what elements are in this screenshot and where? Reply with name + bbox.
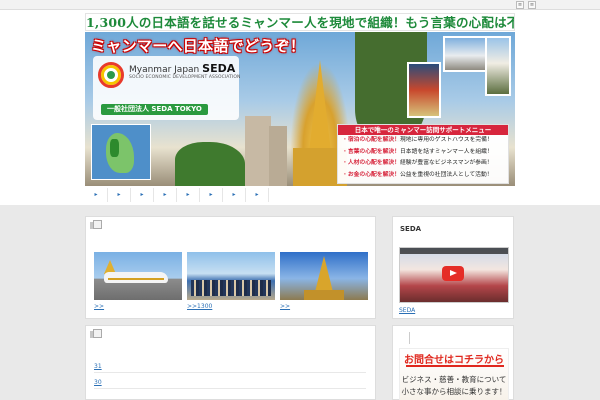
contact-text: 小さな事から相談に乗ります！: [401, 387, 507, 396]
divider: [94, 372, 366, 373]
menu-item-text: 日本語を話すミャンマー人を組織！: [400, 148, 493, 155]
news-link[interactable]: 31: [94, 363, 102, 370]
seda-logo[interactable]: Myanmar Japan SEDA SOCIO ECONOMIC DEVELO…: [93, 56, 241, 120]
shop-photo: [407, 62, 441, 118]
contact-rule: [406, 365, 504, 367]
menu-item-lead: 宿泊の心配を解決！: [347, 137, 400, 143]
gallery-link[interactable]: >>: [280, 303, 290, 310]
support-menu-title: 日本で唯一のミャンマー訪問サポートメニュー: [338, 125, 508, 135]
menu-item-text: 現地に専用のゲストハウスを完備！: [400, 137, 493, 143]
pagoda-photo[interactable]: [280, 252, 368, 300]
myanmar-map-image: [91, 124, 151, 180]
nav-item[interactable]: ▸: [200, 188, 223, 202]
menu-item-text: 経験が豊富なビジネスマンが参画！: [400, 160, 493, 166]
people-group: [191, 280, 271, 296]
nav-item[interactable]: ▸: [131, 188, 154, 202]
plane-stripe: [108, 278, 164, 280]
support-menu: 日本で唯一のミャンマー訪問サポートメニュー ・宿泊の心配を解決！現地に専用のゲス…: [337, 124, 509, 184]
guesthouse-photo: [443, 36, 491, 72]
panel-heading-icon: [90, 329, 102, 339]
stupa-base: [304, 290, 344, 300]
seda-logo-mark-icon: [98, 62, 124, 88]
menu-item-lead: 言葉の心配を解決！: [347, 148, 400, 155]
top-bar: ≡ ≡: [0, 0, 600, 10]
airplane-photo[interactable]: [94, 252, 182, 300]
pagoda-image: [309, 60, 331, 152]
menu-icon[interactable]: ≡: [516, 1, 524, 9]
seda-video-panel: SEDA SEDA: [392, 216, 514, 319]
map-myanmar-highlight: [110, 139, 119, 157]
top-icons: ≡ ≡: [516, 1, 536, 9]
contact-text: ビジネス・慈善・教育について: [401, 375, 507, 384]
contact-banner[interactable]: お問合せはコチラから ビジネス・慈善・教育について 小さな事から相談に乗ります！: [399, 348, 509, 400]
gallery-link[interactable]: >>: [94, 303, 104, 310]
video-title-bar: [400, 248, 508, 254]
gallery-link[interactable]: >>1300: [187, 303, 212, 310]
nav-item[interactable]: ▸: [246, 188, 269, 202]
building-photo: [485, 36, 511, 96]
menu-item-text: 公益を重視の社団法人として活動！: [400, 171, 493, 178]
support-menu-item: ・言葉の心配を解決！日本語を話すミャンマー人を組織！: [338, 147, 508, 159]
hero-banner[interactable]: ミャンマーへ日本語でどうぞ！ Myanmar Japan SEDA SOCIO …: [85, 32, 515, 186]
org-badge: 一般社団法人 SEDA TOKYO: [101, 104, 208, 115]
support-menu-item: ・人材の心配を解決！経験が豊富なビジネスマンが参画！: [338, 158, 508, 170]
nav-item[interactable]: ▸: [108, 188, 131, 202]
building-decoration: [269, 126, 287, 186]
support-menu-item: ・お金の心配を解決！公益を重視の社団法人として活動！: [338, 170, 508, 182]
main-nav: ▸ ▸ ▸ ▸ ▸ ▸ ▸ ▸: [85, 188, 515, 202]
tree-decoration: [175, 142, 245, 186]
logo-name-prefix: Myanmar Japan: [129, 65, 200, 75]
site-tagline: 1,300人の日本語を話せるミャンマー人を現地で組織！もう言葉の心配は不要です！: [85, 13, 515, 31]
logo-name-main: SEDA: [202, 62, 236, 75]
seda-panel-title: SEDA: [400, 225, 422, 233]
nav-item[interactable]: ▸: [154, 188, 177, 202]
divider: [94, 388, 366, 389]
logo-subtitle: SOCIO ECONOMIC DEVELOPMENT ASSOCIATION: [129, 75, 241, 80]
support-menu-item: ・宿泊の心配を解決！現地に専用のゲストハウスを完備！: [338, 135, 508, 147]
panel-heading-icon: [90, 220, 102, 230]
divider: [409, 332, 410, 344]
news-panel: 31 30: [85, 325, 376, 400]
nav-item[interactable]: ▸: [177, 188, 200, 202]
logo-name: Myanmar Japan SEDA: [129, 62, 235, 75]
group-photo[interactable]: [187, 252, 275, 300]
menu-item-lead: お金の心配を解決！: [347, 171, 400, 178]
contact-panel: お問合せはコチラから ビジネス・慈善・教育について 小さな事から相談に乗ります！: [392, 325, 514, 400]
video-thumbnail[interactable]: [399, 247, 509, 303]
building-decoration: [245, 116, 271, 186]
menu-icon[interactable]: ≡: [528, 1, 536, 9]
play-icon[interactable]: [442, 266, 464, 281]
nav-item[interactable]: ▸: [223, 188, 246, 202]
seda-link[interactable]: SEDA: [399, 307, 415, 314]
news-link[interactable]: 30: [94, 379, 102, 386]
menu-item-lead: 人材の心配を解決！: [347, 160, 400, 166]
hero-title: ミャンマーへ日本語でどうぞ！: [91, 37, 306, 55]
nav-item[interactable]: ▸: [85, 188, 108, 202]
contact-title: お問合せはコチラから: [404, 355, 504, 366]
gallery-panel: >> >>1300 >>: [85, 216, 376, 319]
